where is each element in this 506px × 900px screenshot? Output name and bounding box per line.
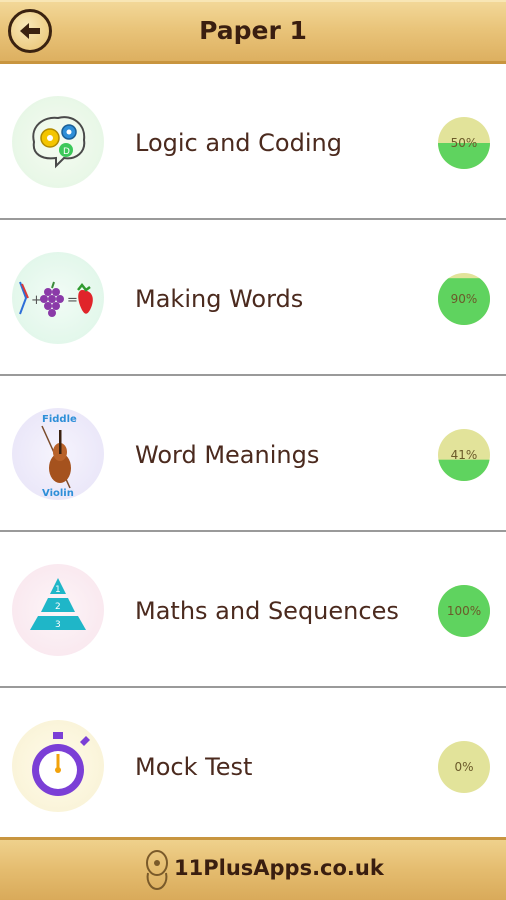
- brain-gears-icon: D: [12, 96, 104, 188]
- svg-text:3: 3: [55, 620, 61, 630]
- footer-bar: 11PlusApps.co.uk: [0, 837, 506, 900]
- svg-text:=: =: [67, 293, 78, 308]
- list-item-word-meanings[interactable]: Fiddle Violin Word Meanings 41%: [0, 376, 506, 532]
- list-item-maths-sequences[interactable]: 1 2 3 Maths and Sequences 100%: [0, 532, 506, 688]
- list-item-making-words[interactable]: + = Making Words 90%: [0, 220, 506, 376]
- logo-icon: [146, 850, 168, 891]
- icon-bottom-label: Violin: [42, 488, 74, 499]
- topic-list: D Logic and Coding 50% + = Making Words …: [0, 64, 506, 836]
- item-label: Word Meanings: [135, 441, 320, 469]
- list-item-logic-coding[interactable]: D Logic and Coding 50%: [0, 64, 506, 220]
- progress-badge: 41%: [437, 428, 491, 482]
- progress-badge: 50%: [437, 116, 491, 170]
- svg-text:1: 1: [55, 585, 61, 595]
- item-label: Logic and Coding: [135, 129, 342, 157]
- progress-badge: 100%: [437, 584, 491, 638]
- stopwatch-icon: [12, 720, 104, 812]
- footer-link[interactable]: 11PlusApps.co.uk: [174, 856, 384, 880]
- item-label: Making Words: [135, 285, 304, 313]
- svg-text:D: D: [63, 147, 70, 157]
- item-label: Maths and Sequences: [135, 597, 399, 625]
- progress-badge: 90%: [437, 272, 491, 326]
- list-item-mock-test[interactable]: Mock Test 0%: [0, 688, 506, 836]
- header-bar: Paper 1: [0, 0, 506, 64]
- pyramid-icon: 1 2 3: [12, 564, 104, 656]
- progress-fill: [438, 459, 490, 481]
- item-label: Mock Test: [135, 753, 253, 781]
- word-puzzle-icon: + =: [12, 252, 104, 344]
- page-title: Paper 1: [199, 16, 307, 45]
- violin-icon: Fiddle Violin: [12, 408, 104, 500]
- svg-text:+: +: [31, 293, 42, 308]
- svg-text:2: 2: [55, 602, 61, 612]
- progress-badge: 0%: [437, 740, 491, 794]
- icon-top-label: Fiddle: [42, 414, 77, 425]
